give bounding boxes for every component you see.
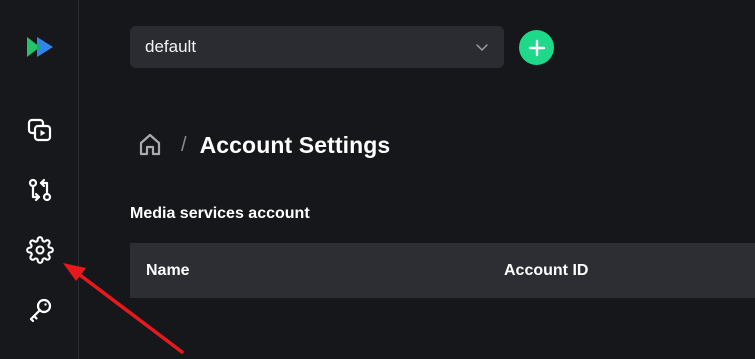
table-header: Name Account ID <box>130 243 755 298</box>
sidebar-item-media[interactable] <box>22 112 58 148</box>
section-title: Media services account <box>130 205 310 222</box>
key-icon <box>29 298 52 323</box>
account-select-value: default <box>145 37 197 56</box>
add-account-button[interactable] <box>519 30 554 65</box>
page-title: Account Settings <box>199 131 391 158</box>
sidebar-item-sync[interactable] <box>22 172 58 208</box>
breadcrumb-separator: / <box>181 133 187 156</box>
main-content: default / Account Settings Media service… <box>80 0 755 359</box>
logo-icon <box>27 37 53 57</box>
sidebar-item-settings[interactable] <box>22 232 58 268</box>
breadcrumb: / Account Settings <box>137 128 390 162</box>
column-header-name[interactable]: Name <box>146 262 190 280</box>
gear-icon <box>26 236 54 264</box>
media-icon <box>27 118 52 142</box>
plus-icon <box>528 39 545 56</box>
sidebar <box>0 0 79 359</box>
sync-icon <box>28 178 52 202</box>
chevron-down-icon <box>476 44 488 51</box>
column-header-account-id[interactable]: Account ID <box>504 262 588 280</box>
account-select[interactable]: default <box>130 26 504 68</box>
home-icon[interactable] <box>137 132 163 158</box>
sidebar-item-keys[interactable] <box>22 292 58 328</box>
app-logo[interactable] <box>22 29 58 65</box>
